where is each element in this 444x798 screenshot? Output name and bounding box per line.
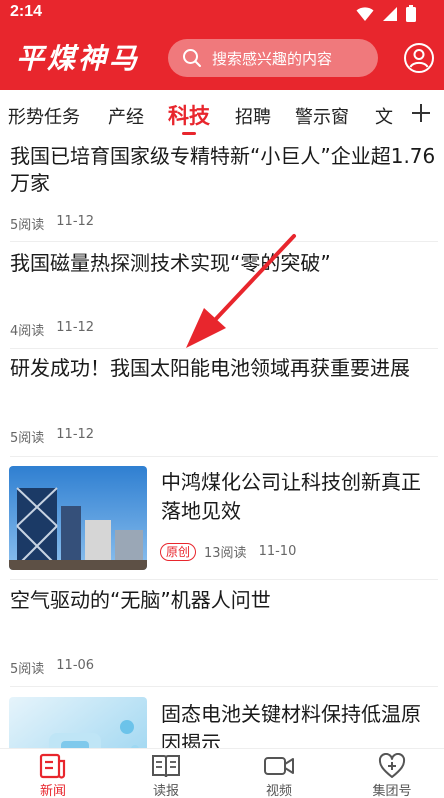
divider	[10, 348, 438, 349]
active-tab-indicator	[182, 132, 196, 135]
heart-plus-icon	[378, 753, 406, 778]
brand-logo: 平煤神马	[16, 42, 140, 75]
news-feed: 我国已培育国家级专精特新“小巨人”企业超1.76万家 5阅读 11-12 我国磁…	[0, 140, 444, 748]
article-title: 研发成功！我国太阳能电池领域再获重要进展	[10, 356, 410, 380]
search-placeholder: 搜索感兴趣的内容	[212, 49, 333, 68]
article-thumbnail	[9, 697, 147, 748]
tab-industry-economy[interactable]: 产经	[108, 103, 144, 129]
status-bar: 2:14	[0, 0, 444, 26]
tab-culture[interactable]: 文	[375, 103, 393, 129]
nav-label: 读报	[152, 784, 179, 798]
publish-date: 11-12	[56, 214, 95, 229]
news-icon	[39, 753, 66, 779]
article-title: 我国已培育国家级专精特新“小巨人”企业超1.76万家	[10, 144, 436, 195]
svg-text:平煤神马: 平煤神马	[16, 42, 140, 75]
nav-label: 集团号	[372, 784, 412, 798]
battery-icon	[406, 5, 416, 22]
app-header: 2:14 平煤神马 搜索感兴趣的内容	[0, 0, 444, 90]
nav-label: 新闻	[39, 784, 66, 798]
article-title: 空气驱动的“无脑”机器人问世	[10, 588, 271, 612]
publish-date: 11-06	[56, 658, 95, 673]
nav-label: 视频	[265, 784, 292, 798]
divider	[10, 686, 438, 687]
signal-icon	[383, 6, 397, 21]
book-icon	[152, 755, 180, 778]
add-tab-icon[interactable]	[410, 102, 432, 124]
article-thumbnail	[9, 466, 147, 570]
nav-video[interactable]: 视频	[239, 753, 319, 798]
divider	[10, 456, 438, 457]
tab-situation-tasks[interactable]: 形势任务	[8, 103, 80, 129]
read-count: 4阅读	[10, 324, 45, 339]
search-icon	[183, 49, 201, 67]
publish-date: 11-10	[258, 544, 297, 559]
article-meta: 5阅读 11-12	[10, 214, 94, 233]
publish-date: 11-12	[56, 320, 95, 335]
tab-warning-window[interactable]: 警示窗	[295, 103, 349, 129]
category-tabs: 形势任务 产经 科技 招聘 警示窗 文	[0, 90, 444, 140]
nav-group-accounts[interactable]: 集团号	[352, 753, 432, 798]
nav-newspaper[interactable]: 读报	[126, 753, 206, 798]
read-count: 13阅读	[204, 546, 247, 561]
user-icon[interactable]	[403, 42, 435, 74]
article-meta: 5阅读 11-12	[10, 427, 94, 446]
status-time: 2:14	[10, 3, 43, 20]
tab-recruitment[interactable]: 招聘	[235, 103, 271, 129]
article-title: 中鸿煤化公司让科技创新真正落地见效	[161, 470, 421, 523]
article-meta: 原创 13阅读 11-10	[160, 542, 296, 561]
tab-technology[interactable]: 科技	[168, 100, 210, 130]
article-meta: 4阅读 11-12	[10, 320, 94, 339]
article-meta: 5阅读 11-06	[10, 658, 94, 677]
nav-news[interactable]: 新闻	[13, 753, 93, 798]
video-camera-icon	[264, 757, 294, 775]
article-title: 我国磁量热探测技术实现“零的突破”	[10, 251, 331, 275]
read-count: 5阅读	[10, 662, 45, 677]
search-bar[interactable]: 搜索感兴趣的内容	[168, 39, 378, 77]
publish-date: 11-12	[56, 427, 95, 442]
read-count: 5阅读	[10, 218, 45, 233]
read-count: 5阅读	[10, 431, 45, 446]
divider	[10, 241, 438, 242]
original-badge: 原创	[160, 542, 197, 561]
article-title: 固态电池关键材料保持低温原因揭示	[161, 702, 421, 748]
wifi-icon	[356, 6, 374, 21]
divider	[10, 579, 438, 580]
bottom-navigation: 新闻 读报 视频 集团号	[0, 748, 444, 798]
